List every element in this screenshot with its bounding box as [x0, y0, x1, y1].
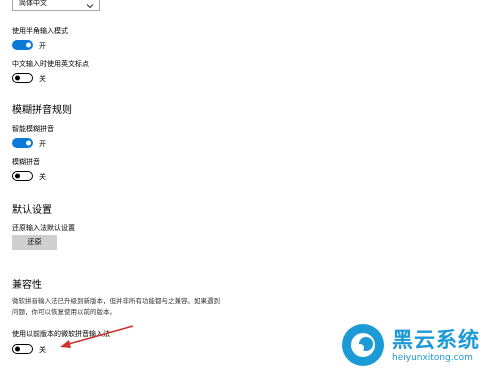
fuzzy-section-title: 模糊拼音规则: [12, 105, 72, 116]
fuzzy-toggle[interactable]: [12, 171, 33, 181]
watermark-brand: 黑云系统: [392, 328, 480, 352]
old-version-toggle[interactable]: [12, 344, 33, 354]
default-section-title: 默认设置: [12, 205, 52, 216]
fuzzy-state: 关: [39, 173, 46, 181]
chinese-punct-toggle[interactable]: [12, 73, 33, 83]
compat-section-title: 兼容性: [12, 280, 42, 291]
smart-fuzzy-state: 开: [39, 140, 46, 148]
halfwidth-label: 使用半角输入模式: [12, 27, 68, 35]
old-version-state: 关: [39, 346, 46, 354]
restore-label: 还原输入法默认设置: [12, 224, 75, 232]
watermark-url: heiyunxitong.com: [392, 353, 473, 363]
dropdown-value: 简体中文: [19, 0, 47, 7]
restore-button[interactable]: 还原: [12, 235, 57, 250]
cloud-logo-icon: [342, 324, 384, 366]
annotation-arrow: [60, 325, 134, 348]
language-dropdown[interactable]: 简体中文: [12, 0, 100, 11]
compat-description-line2: 问题，你可以恢复使用以前的版本。: [12, 308, 116, 316]
smart-fuzzy-label: 智能模糊拼音: [12, 125, 54, 133]
halfwidth-state: 开: [39, 42, 46, 50]
halfwidth-toggle[interactable]: [12, 40, 33, 50]
chevron-down-icon: [86, 0, 94, 14]
chinese-punct-label: 中文输入时使用英文标点: [12, 60, 89, 68]
watermark: 黑云系统 heiyunxitong.com: [330, 320, 500, 370]
chinese-punct-state: 关: [39, 75, 46, 83]
fuzzy-label: 模糊拼音: [12, 158, 40, 166]
smart-fuzzy-toggle[interactable]: [12, 138, 33, 148]
